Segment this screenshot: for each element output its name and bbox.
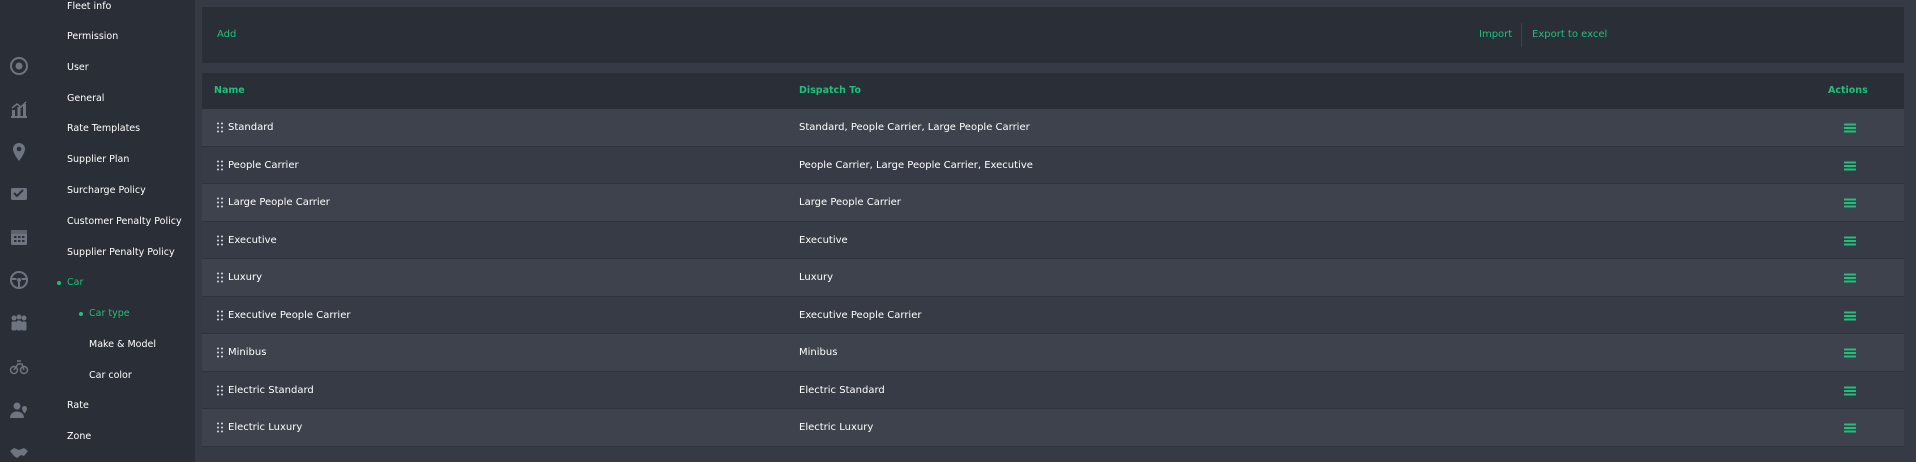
car-type-name: Electric Luxury [228,422,303,433]
steering-wheel-icon[interactable] [8,269,30,291]
dispatch-to-value: Executive People Carrier [799,309,922,321]
table-header: Name Dispatch To Actions [202,73,1904,109]
row-actions-menu-icon[interactable] [1843,310,1857,322]
table-row[interactable]: People Carrier People Carrier, Large Peop… [202,146,1904,184]
submenu-item-make-model[interactable]: Make & Model [89,339,156,351]
car-type-name: Executive People Carrier [228,309,351,321]
table-body: Standard Standard, People Carrier, Large … [202,109,1904,447]
row-actions-menu-icon[interactable] [1843,160,1857,172]
submenu-item-permission[interactable]: Permission [67,31,118,43]
dispatch-to-value: Minibus [799,347,838,358]
drag-handle-icon[interactable] [216,197,224,208]
table-row[interactable]: Standard Standard, People Carrier, Large … [202,109,1904,147]
dispatch-to-value: People Carrier, Large People Carrier, Ex… [799,159,1033,171]
submenu-item-rate-templates[interactable]: Rate Templates [67,123,140,135]
map-user-icon[interactable] [8,399,30,421]
table-row[interactable]: Executive People Carrier Executive People… [202,296,1904,334]
import-button[interactable]: Import [1479,29,1512,41]
drag-handle-icon[interactable] [216,385,224,396]
car-type-name: Executive [228,234,277,246]
handshake-icon[interactable] [8,442,30,462]
drag-handle-icon[interactable] [216,235,224,246]
submenu-item-user[interactable]: User [67,62,89,74]
active-indicator-dot [79,312,83,316]
row-actions-menu-icon[interactable] [1843,422,1857,434]
drag-handle-icon[interactable] [216,272,224,283]
submenu-item-supplier-plan[interactable]: Supplier Plan [67,154,129,166]
drag-handle-icon[interactable] [216,122,224,133]
table-row[interactable]: Electric Luxury Electric Luxury [202,409,1904,447]
submenu-item-fleet-info[interactable]: Fleet info [67,1,111,13]
submenu-item-customer-penalty-policy[interactable]: Customer Penalty Policy [67,216,182,228]
row-actions-menu-icon[interactable] [1843,385,1857,397]
calendar-icon[interactable] [8,226,30,248]
settings-submenu: Fleet info Permission User General Rate … [38,0,195,462]
column-header-dispatch-to[interactable]: Dispatch To [799,85,861,97]
submenu-item-car[interactable]: Car [67,277,83,289]
table-row[interactable]: Large People Carrier Large People Carrier [202,184,1904,222]
row-actions-menu-icon[interactable] [1843,272,1857,284]
analytics-icon[interactable] [8,98,30,120]
car-type-name: Standard [228,122,274,133]
table-row[interactable]: Luxury Luxury [202,259,1904,297]
table-row[interactable]: Executive Executive [202,221,1904,259]
car-type-name: People Carrier [228,159,299,171]
drag-handle-icon[interactable] [216,347,224,358]
dashboard-icon[interactable] [8,55,30,77]
booking-icon[interactable] [8,183,30,205]
row-actions-menu-icon[interactable] [1843,122,1857,134]
submenu-item-car-color[interactable]: Car color [89,370,132,382]
car-type-table: Name Dispatch To Actions Standard Standar… [202,73,1904,447]
submenu-item-supplier-penalty-policy[interactable]: Supplier Penalty Policy [67,247,175,259]
row-actions-menu-icon[interactable] [1843,197,1857,209]
dispatch-to-value: Standard, People Carrier, Large People C… [799,122,1030,133]
dispatch-to-value: Electric Standard [799,384,885,396]
car-type-name: Electric Standard [228,384,314,396]
toolbar-divider [1521,23,1522,47]
dispatch-to-value: Executive [799,234,848,246]
submenu-item-general[interactable]: General [67,93,104,105]
driver-icon[interactable] [8,355,30,377]
dispatch-to-value: Large People Carrier [799,197,901,208]
main-content: Add Import Export to excel Name Dispatch… [195,0,1916,462]
car-type-name: Large People Carrier [228,197,330,208]
location-pin-icon[interactable] [8,141,30,163]
column-header-actions: Actions [1828,85,1868,96]
dispatch-to-value: Electric Luxury [799,422,874,433]
car-type-name: Minibus [228,347,267,358]
users-group-icon[interactable] [8,312,30,334]
submenu-item-rate[interactable]: Rate [67,400,89,412]
submenu-item-surcharge-policy[interactable]: Surcharge Policy [67,185,146,197]
column-header-name[interactable]: Name [214,85,245,97]
submenu-item-zone[interactable]: Zone [67,431,91,443]
drag-handle-icon[interactable] [216,422,224,433]
car-type-name: Luxury [228,272,263,283]
toolbar: Add Import Export to excel [202,7,1904,63]
export-excel-button[interactable]: Export to excel [1532,29,1607,41]
row-actions-menu-icon[interactable] [1843,347,1857,359]
row-actions-menu-icon[interactable] [1843,235,1857,247]
dispatch-to-value: Luxury [799,272,834,283]
drag-handle-icon[interactable] [216,160,224,171]
drag-handle-icon[interactable] [216,310,224,321]
active-indicator-dot [57,281,61,285]
table-row[interactable]: Minibus Minibus [202,334,1904,372]
submenu-item-car-type[interactable]: Car type [89,308,130,320]
icon-rail [0,0,38,462]
table-row[interactable]: Electric Standard Electric Standard [202,371,1904,409]
add-button[interactable]: Add [217,29,236,41]
